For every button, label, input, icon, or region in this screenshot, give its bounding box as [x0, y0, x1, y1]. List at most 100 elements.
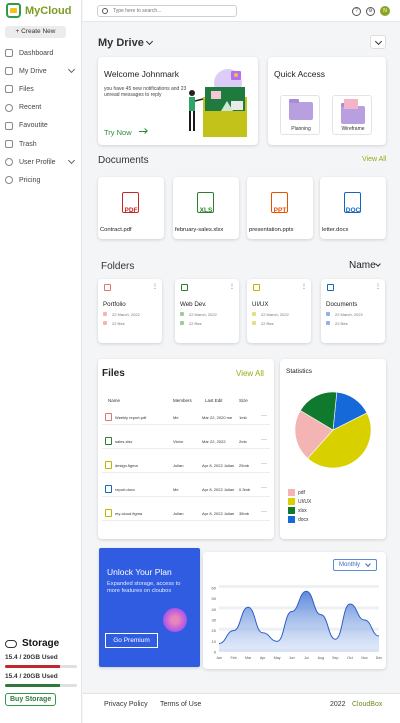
x-tick-label: Sep [332, 656, 338, 660]
table-row[interactable]: my-cloud.figma Julian Apr 8, 2022 Julian… [102, 506, 270, 521]
folder-date: 22 March, 2022 [261, 312, 289, 317]
table-row[interactable]: sales.xlsx Victor Mar 22, 2022 2mb ··· [102, 434, 270, 449]
document-card-doc[interactable]: DOC letter.docx [320, 177, 386, 239]
buy-storage-button[interactable]: Buy Storage [5, 693, 57, 706]
star-icon [5, 121, 13, 130]
documents-view-all-link[interactable]: View All [362, 156, 386, 163]
file-last-edit: Apr 8, 2022 Julian [202, 511, 235, 516]
search-box[interactable] [97, 5, 237, 17]
folder-card-web-dev[interactable]: ⋮ Web Dev. 22 March, 2022 22 files [175, 279, 239, 343]
collapse-button[interactable] [370, 35, 386, 49]
more-options-icon[interactable]: ⋮ [375, 283, 381, 290]
table-row[interactable]: report.docx Me Apr 8, 2022 Julian 0.3mb … [102, 482, 270, 497]
quick-access-planning[interactable]: Planning [280, 95, 320, 135]
file-name: report.docx [115, 487, 136, 492]
document-card-ppt[interactable]: PPT presentation.pptx [247, 177, 313, 239]
main-content: My Drive Welcome Johnmark you have 45 ne… [83, 22, 400, 723]
table-row[interactable]: design.figma Julian Apr 8, 2022 Julian 2… [102, 458, 270, 473]
sidebar-item-recent[interactable]: Recent [0, 99, 82, 117]
folder-card-portfolio[interactable]: ⋮ Portfolio 22 March, 2022 22 files [98, 279, 162, 343]
column-header-name[interactable]: Name [108, 398, 120, 403]
file-last-edit: Apr 8, 2022 Julian [202, 463, 235, 468]
documents-title: Documents [98, 155, 149, 166]
storage-title: Storage [22, 638, 60, 649]
more-options-icon[interactable]: ··· [261, 461, 267, 467]
statistics-legend: pdf UI/UX xlsx docx [288, 488, 311, 524]
gear-icon[interactable]: ⚙ [366, 6, 375, 16]
more-options-icon[interactable]: ··· [261, 413, 267, 419]
terms-of-use-link[interactable]: Terms of Use [160, 701, 201, 708]
x-tick-label: Apr [260, 656, 266, 660]
file-count-icon [103, 321, 107, 325]
folder-card-ui-ux[interactable]: ⋮ UI/UX 22 March, 2022 22 files [247, 279, 311, 343]
folder-file-count: 22 files [261, 321, 274, 326]
cloud-icon [5, 639, 17, 648]
help-icon[interactable]: ? [352, 6, 361, 16]
file-type-label: XLS [199, 207, 213, 214]
chevron-down-icon[interactable] [145, 37, 154, 46]
sidebar-item-pricing[interactable]: Pricing [0, 171, 82, 189]
sidebar-item-dashboard[interactable]: Dashboard [0, 44, 82, 62]
more-options-icon[interactable]: ⋮ [229, 283, 235, 290]
storage-progress-fill [5, 684, 61, 687]
sort-dropdown[interactable]: Name [349, 260, 376, 271]
folder-icon [253, 284, 260, 291]
column-header-last-edit[interactable]: Last Edit [205, 398, 223, 403]
x-tick-label: Mar [245, 656, 252, 660]
folder-card-documents[interactable]: ⋮ Documents 22 March, 2022 22 files [321, 279, 385, 343]
files-view-all-link[interactable]: View All [236, 369, 264, 378]
y-tick-label: 40 [212, 607, 217, 612]
sidebar-item-favourite[interactable]: Favoutite [0, 117, 82, 135]
statistics-pie-chart [294, 391, 372, 469]
y-tick-label: 60 [212, 586, 217, 591]
sidebar: MyCloud + Create New Dashboard My Drive … [0, 0, 82, 723]
storage-progress-bar [5, 684, 77, 687]
go-premium-button[interactable]: Go Premium [105, 633, 158, 648]
promo-text: Expanded storage, access to more feature… [107, 581, 181, 594]
logo[interactable]: MyCloud [6, 3, 71, 18]
quick-access-title: Quick Access [274, 69, 326, 79]
promo-title: Unlock Your Plan [107, 567, 172, 577]
legend-item: docx [288, 515, 311, 524]
privacy-policy-link[interactable]: Privacy Policy [104, 701, 148, 708]
chevron-down-icon[interactable] [375, 261, 381, 267]
sidebar-item-my-drive[interactable]: My Drive [0, 62, 82, 80]
grid-band [219, 595, 379, 599]
sidebar-item-trash[interactable]: Trash [0, 135, 82, 153]
more-options-icon[interactable]: ⋮ [301, 283, 307, 290]
file-type-label: PPT [273, 207, 287, 214]
sidebar-item-files[interactable]: Files [0, 80, 82, 98]
create-new-button[interactable]: + Create New [5, 26, 66, 38]
document-name: letter.docx [322, 227, 349, 233]
search-icon [102, 8, 108, 14]
sidebar-item-user-profile[interactable]: User Profile [0, 153, 82, 171]
table-row[interactable]: Weekly report.pdf Me Mar 22, 2020 me 1mb… [102, 410, 270, 425]
more-options-icon[interactable]: ⋮ [152, 283, 158, 290]
footer-year: 2022 [330, 701, 346, 708]
y-tick-label: 10 [212, 639, 217, 644]
calendar-icon [103, 312, 107, 316]
y-tick-label: 0 [214, 650, 217, 655]
legend-swatch [288, 498, 295, 505]
search-input[interactable] [113, 8, 223, 14]
file-count-icon [326, 321, 330, 325]
quick-access-wireframe[interactable]: Wireframe [332, 95, 372, 135]
document-card-pdf[interactable]: PDF Contract.pdf [98, 177, 164, 239]
chevron-down-icon [67, 66, 76, 74]
quick-access-label: Wireframe [341, 126, 365, 132]
document-icon [344, 99, 358, 109]
avatar[interactable]: N [380, 6, 390, 16]
more-options-icon[interactable]: ··· [261, 437, 267, 443]
document-card-xls[interactable]: XLS february-sales.xlsx [173, 177, 239, 239]
topbar-actions: ? ⚙ N [347, 6, 390, 16]
column-header-size[interactable]: Size [239, 398, 248, 403]
file-member: Julian [173, 463, 184, 468]
column-header-members[interactable]: Members [173, 398, 192, 403]
more-options-icon[interactable]: ··· [261, 485, 267, 491]
more-options-icon[interactable]: ··· [261, 509, 267, 515]
try-now-link[interactable]: Try Now [104, 128, 132, 137]
x-tick-label: Oct [347, 656, 353, 660]
file-name: my-cloud.figma [115, 511, 143, 516]
welcome-illustration [189, 69, 247, 137]
file-last-edit: Mar 22, 2022 [202, 439, 226, 444]
